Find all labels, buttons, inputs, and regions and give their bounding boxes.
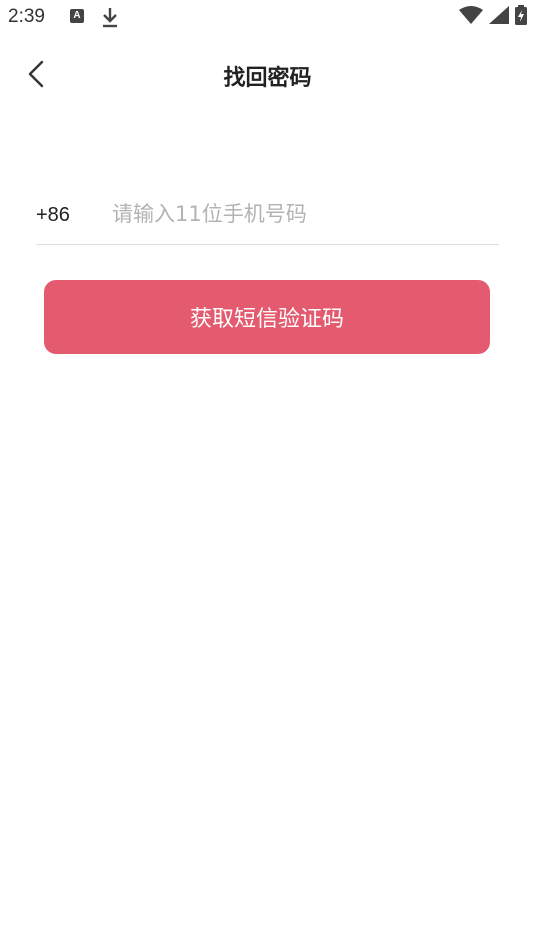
signal-icon <box>489 6 509 28</box>
wifi-icon <box>459 6 483 28</box>
header: 找回密码 <box>0 48 535 100</box>
phone-input-row: +86 <box>36 190 499 245</box>
country-code[interactable]: +86 <box>36 204 70 227</box>
download-icon <box>100 6 120 28</box>
page-title: 找回密码 <box>223 66 312 91</box>
status-icons <box>459 5 527 29</box>
status-bar: 2:39 A <box>0 0 535 36</box>
battery-charging-icon <box>515 5 527 29</box>
phone-input[interactable] <box>112 194 492 234</box>
status-time: 2:39 <box>8 6 45 27</box>
a-notification-icon: A <box>70 9 84 23</box>
get-sms-code-button[interactable]: 获取短信验证码 <box>44 280 490 354</box>
